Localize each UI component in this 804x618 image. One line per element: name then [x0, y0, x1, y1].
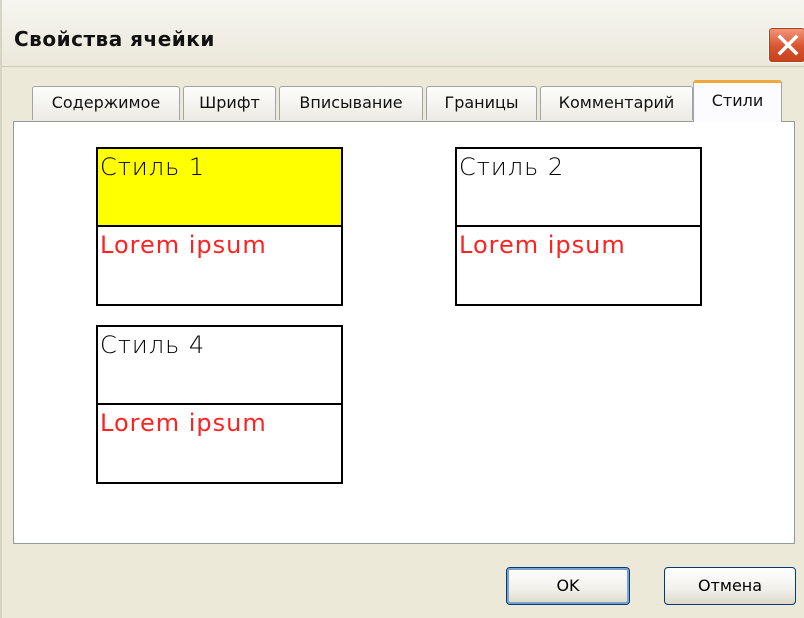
title-bar[interactable]: Свойства ячейки [2, 0, 804, 67]
tab-font[interactable]: Шрифт [183, 86, 276, 120]
style-header: Стиль 4 [98, 327, 341, 405]
tab-label: Вписывание [299, 93, 403, 112]
style-header: Стиль 2 [457, 149, 700, 227]
tab-borders[interactable]: Границы [426, 86, 537, 120]
dialog-title: Свойства ячейки [14, 27, 215, 51]
tab-label: Стили [711, 91, 764, 110]
tab-label: Границы [444, 93, 519, 112]
styles-panel: Стиль 1 Lorem ipsum Стиль 2 Lorem ipsum … [13, 121, 795, 544]
style-sample-text: Lorem ipsum [459, 231, 626, 259]
style-sample-text: Lorem ipsum [100, 231, 267, 259]
cancel-button[interactable]: Отмена [664, 567, 796, 605]
close-button[interactable] [768, 27, 804, 63]
style-header: Стиль 1 [98, 149, 341, 227]
tab-content[interactable]: Содержимое [32, 86, 180, 120]
tab-label: Содержимое [51, 93, 161, 112]
style-card-1[interactable]: Стиль 1 Lorem ipsum [96, 147, 343, 306]
tab-styles[interactable]: Стили [693, 80, 782, 122]
tab-label: Шрифт [199, 93, 260, 112]
style-card-4[interactable]: Стиль 4 Lorem ipsum [96, 325, 343, 484]
tab-label: Комментарий [558, 93, 675, 112]
style-name: Стиль 2 [459, 153, 565, 181]
close-icon [777, 34, 799, 56]
cell-properties-dialog: Свойства ячейки Содержимое Шрифт Вписыва… [0, 0, 804, 618]
ok-button[interactable]: OK [506, 567, 630, 605]
tab-fitting[interactable]: Вписывание [279, 86, 423, 120]
style-sample-text: Lorem ipsum [100, 409, 267, 437]
style-name: Стиль 1 [100, 153, 206, 181]
tab-comment[interactable]: Комментарий [540, 86, 693, 120]
style-card-2[interactable]: Стиль 2 Lorem ipsum [455, 147, 702, 306]
style-name: Стиль 4 [100, 331, 206, 359]
